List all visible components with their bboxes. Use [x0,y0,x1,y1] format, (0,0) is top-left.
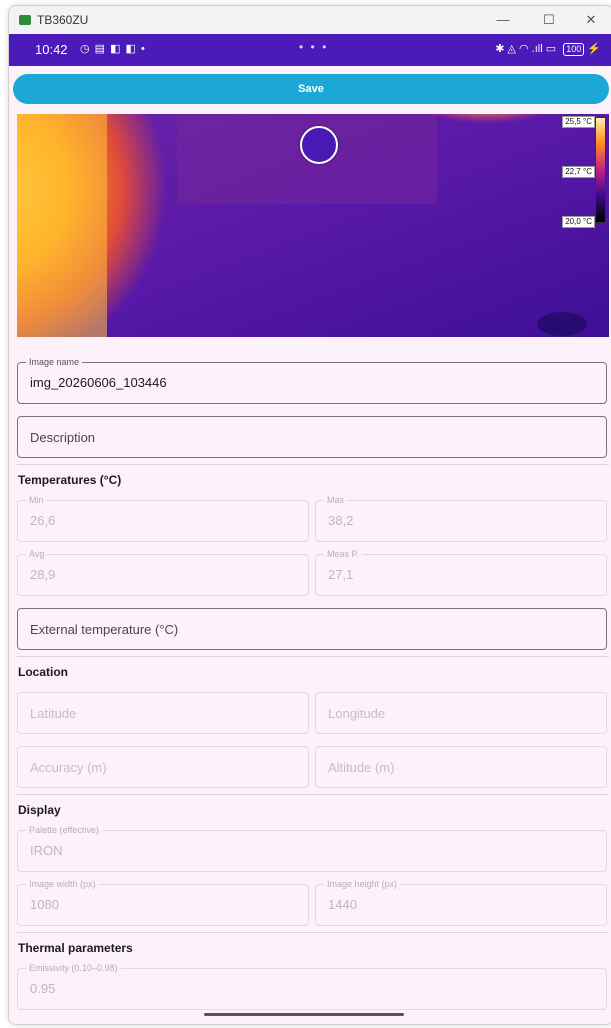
maximize-button[interactable]: ☐ [527,6,571,34]
latitude-field[interactable]: Latitude [17,692,309,734]
system-icons: ✱ ◬ ◠ .ıll ▭ 100 ⚡ [495,42,601,56]
temperatures-title: Temperatures (°C) [18,473,122,487]
emissivity-field: Emissivity (0.10–0.98) 0.95 [17,962,607,1010]
palette-label: Palette (effective) [26,824,102,836]
emissivity-value: 0.95 [30,981,56,996]
image-name-label: Image name [26,356,83,368]
min-temp-field: Min 26,6 [17,494,309,542]
title-bar: TB360ZU — ☐ ✕ [9,6,611,34]
window-title: TB360ZU [37,13,89,27]
external-temp-placeholder: External temperature (°C) [30,622,179,637]
divider [17,464,609,465]
thermal-params-title: Thermal parameters [18,941,133,955]
description-placeholder: Description [30,430,96,445]
scale-mid-label: 22,7 °C [562,166,595,178]
status-time: 10:42 [35,42,68,57]
close-button[interactable]: ✕ [569,6,611,34]
meas-point-temp-field: Meas P. 27,1 [315,548,607,596]
latitude-placeholder: Latitude [30,706,77,721]
image-height-field: Image height (px) 1440 [315,878,607,926]
image-height-value: 1440 [328,897,357,912]
altitude-placeholder: Altitude (m) [328,760,395,775]
save-button[interactable]: Save [13,74,609,104]
image-width-value: 1080 [30,897,59,912]
image-width-field: Image width (px) 1080 [17,878,309,926]
charging-icon: ⚡ [587,43,601,55]
divider [17,932,609,933]
max-temp-field: Max 38,2 [315,494,607,542]
max-temp-value: 38,2 [328,513,354,528]
divider [17,794,609,795]
notification-icons: ◷ ▤ ◧ ◧ • [80,43,146,55]
location-title: Location [18,665,68,679]
android-status-bar: 10:42 ◷ ▤ ◧ ◧ • • • • ✱ ◬ ◠ .ıll ▭ 100 ⚡ [9,34,611,66]
meas-point-label: Meas P. [324,548,362,560]
meas-point-value: 27,1 [328,567,354,582]
image-width-label: Image width (px) [26,878,99,890]
temperature-scale-bar [595,117,606,223]
scale-max-label: 25,5 °C [562,116,595,128]
avg-temp-label: Avg [26,548,48,560]
longitude-placeholder: Longitude [328,706,386,721]
max-temp-label: Max [324,494,348,506]
scale-min-label: 20,0 °C [562,216,595,228]
image-height-label: Image height (px) [324,878,401,890]
home-indicator[interactable] [204,1013,404,1016]
description-field[interactable]: Description [17,416,607,458]
more-dots-icon: • • • [299,40,329,54]
accuracy-placeholder: Accuracy (m) [30,760,107,775]
avg-temp-field: Avg 28,9 [17,548,309,596]
min-temp-label: Min [26,494,47,506]
display-title: Display [18,803,61,817]
palette-field: Palette (effective) IRON [17,824,607,872]
min-temp-value: 26,6 [30,513,56,528]
longitude-field[interactable]: Longitude [315,692,607,734]
emissivity-label: Emissivity (0.10–0.98) [26,962,121,974]
measure-point-marker[interactable] [300,126,338,164]
image-name-field[interactable]: Image name img_20260606_103446 [17,356,607,404]
avg-temp-value: 28,9 [30,567,56,582]
thermal-image[interactable]: 25,5 °C 22,7 °C 20,0 °C [17,114,609,337]
palette-value: IRON [30,843,63,858]
divider [17,656,609,657]
app-icon [19,15,31,25]
accuracy-field[interactable]: Accuracy (m) [17,746,309,788]
app-window: TB360ZU — ☐ ✕ 10:42 ◷ ▤ ◧ ◧ • • • • ✱ ◬ … [8,5,611,1025]
system-status-icons: ✱ ◬ ◠ .ıll ▭ [495,43,557,55]
battery-icon: 100 [563,43,585,56]
altitude-field[interactable]: Altitude (m) [315,746,607,788]
external-temp-field[interactable]: External temperature (°C) [17,608,607,650]
image-name-value: img_20260606_103446 [30,375,167,390]
minimize-button[interactable]: — [481,6,525,34]
